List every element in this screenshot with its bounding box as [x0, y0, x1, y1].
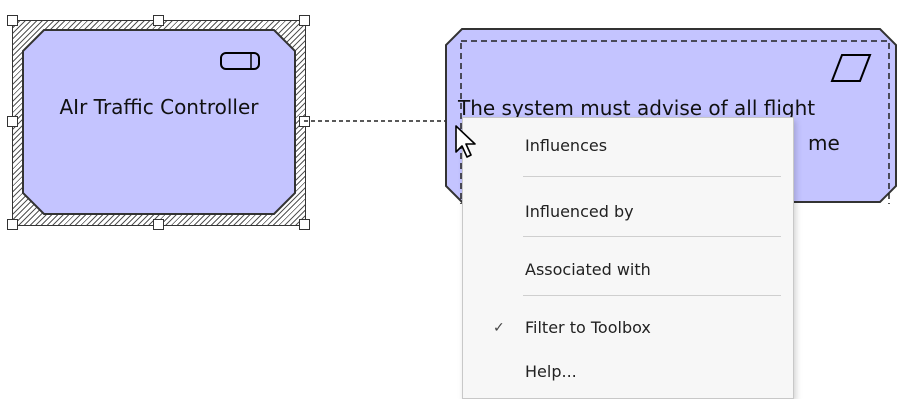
menu-item-label: Influenced by [525, 202, 634, 221]
menu-item-help[interactable]: Help... [463, 352, 793, 392]
mouse-cursor-icon [455, 125, 476, 158]
diagram-canvas[interactable]: AIr Traffic Controller The system must a… [0, 0, 898, 399]
menu-item-influences[interactable]: Influences [463, 126, 793, 166]
menu-item-label: Influences [525, 136, 608, 155]
requirement-icon [830, 54, 872, 82]
menu-item-label: Help... [525, 362, 577, 381]
context-menu: Influences Influenced by Associated with… [462, 117, 794, 399]
requirement-node-label-line2: me [808, 131, 840, 155]
menu-item-associated-with[interactable]: Associated with [463, 250, 793, 290]
menu-separator [523, 236, 781, 237]
check-icon: ✓ [493, 320, 505, 336]
menu-item-filter-to-toolbox[interactable]: ✓ Filter to Toolbox [463, 308, 793, 348]
menu-item-label: Filter to Toolbox [525, 318, 651, 337]
menu-separator [523, 176, 781, 177]
menu-separator [523, 295, 781, 296]
menu-item-influenced-by[interactable]: Influenced by [463, 192, 793, 232]
menu-item-label: Associated with [525, 260, 651, 279]
